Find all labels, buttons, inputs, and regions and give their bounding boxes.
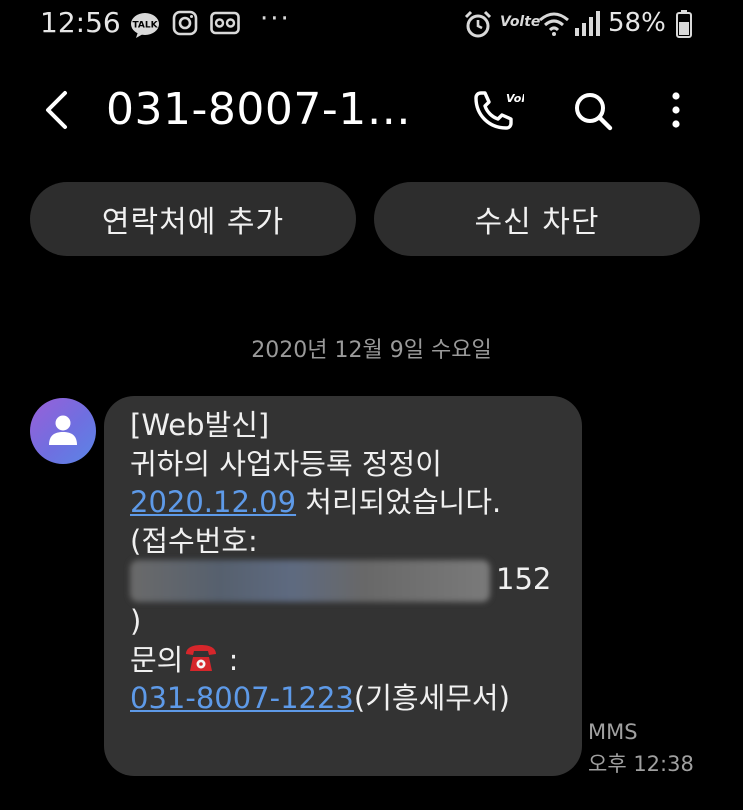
message-line: 031-8007-1223(기흥세무서) [130, 679, 556, 718]
date-link[interactable]: 2020.12.09 [130, 485, 296, 519]
kakaotalk-icon: TALK [131, 13, 159, 38]
message-line: 2020.12.09 처리되었습니다. [130, 483, 556, 522]
back-arrow-icon [46, 91, 67, 129]
volte-call-button[interactable]: Volte [468, 86, 538, 138]
redacted-receipt-number [130, 560, 490, 602]
message-meta: MMS 오후 12:38 [588, 716, 694, 780]
signal-strength-icon [575, 11, 600, 36]
more-notifications-icon: ··· [260, 4, 291, 34]
message-line: ) [130, 604, 142, 638]
more-options-button[interactable] [660, 86, 692, 138]
message-time: 오후 12:38 [588, 752, 694, 776]
message-bubble[interactable]: [Web발신] 귀하의 사업자등록 정정이 2020.12.09 처리되었습니다… [104, 396, 582, 776]
message-type: MMS [588, 720, 638, 744]
receipt-number-suffix: 152 [496, 562, 552, 596]
message-line: (접수번호: [130, 523, 258, 558]
back-button[interactable] [32, 84, 80, 136]
date-divider: 2020년 12월 9일 수요일 [251, 338, 492, 363]
phone-volte-icon: Volte [474, 91, 538, 130]
search-button[interactable] [568, 86, 620, 138]
call-volte-badge: Volte [506, 92, 524, 105]
conversation-app-bar: 031-8007-1… Volte [0, 70, 743, 150]
person-icon [49, 415, 77, 445]
message-line: [Web발신] [130, 408, 270, 442]
instagram-icon [172, 10, 198, 36]
contact-number-title: 031-8007-1… [106, 84, 412, 135]
sender-avatar[interactable] [30, 398, 96, 464]
message-text: 처리되었습니다. [296, 485, 502, 519]
telephone-emoji-icon [186, 644, 217, 671]
message-line: 문의 : [130, 641, 556, 680]
message-line: 귀하의 사업자등록 정정이 [130, 446, 442, 481]
talk-badge-text: TALK [132, 21, 158, 31]
status-time: 12:56 [40, 6, 121, 39]
wifi-icon [539, 12, 569, 36]
volte-label: Volte [500, 14, 541, 30]
add-to-contacts-button[interactable]: 연락처에 추가 [30, 182, 356, 256]
inquiry-colon: : [219, 642, 239, 677]
block-number-button[interactable]: 수신 차단 [374, 182, 700, 256]
status-bar: 12:56 TALK ··· Volte 58% [0, 0, 743, 56]
battery-icon [676, 10, 692, 38]
phone-number-link[interactable]: 031-8007-1223 [130, 681, 354, 715]
voicemail-icon [210, 11, 240, 35]
battery-percent: 58% [608, 8, 666, 38]
search-icon [575, 93, 613, 131]
alarm-icon [464, 10, 492, 38]
office-name: (기흥세무서) [353, 681, 510, 715]
inquiry-label: 문의 [130, 642, 184, 677]
message-line: 152 [130, 560, 556, 602]
more-vert-icon [672, 92, 680, 128]
